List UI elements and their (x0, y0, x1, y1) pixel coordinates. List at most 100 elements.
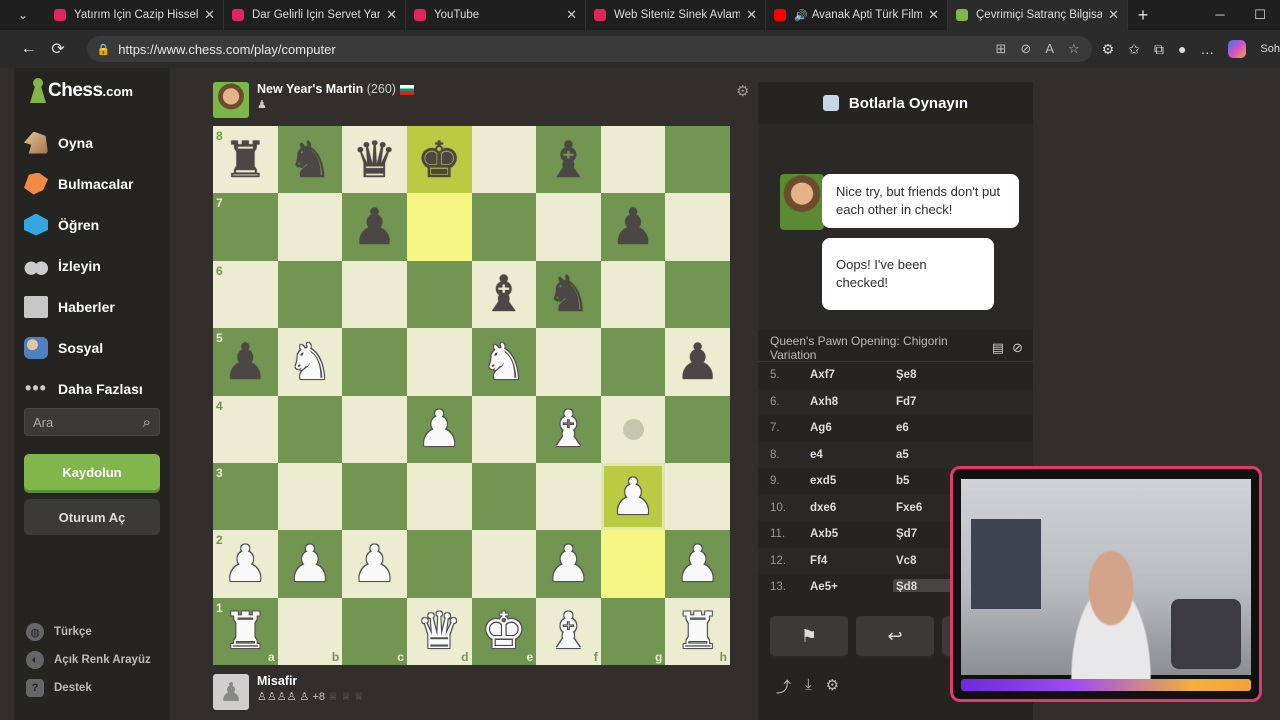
square-d8[interactable]: ♚ (406, 126, 472, 194)
black-bishop-icon[interactable]: ♝ (481, 269, 526, 319)
square-c8[interactable]: ♛ (342, 126, 407, 194)
opponent-name[interactable]: New Year's Martin (257, 82, 363, 96)
white-pawn-icon[interactable]: ♟ (352, 539, 397, 589)
white-pawn-icon[interactable]: ♟ (675, 539, 720, 589)
speaker-icon[interactable]: 🔊 (794, 9, 808, 22)
square-e8[interactable] (471, 126, 537, 194)
close-tab-icon[interactable]: ✕ (566, 7, 577, 23)
white-rook-icon[interactable]: ♜ (675, 606, 720, 656)
black-move[interactable]: Fxe6 (896, 502, 956, 514)
white-queen-icon[interactable]: ♛ (417, 606, 462, 656)
white-move[interactable]: exd5 (810, 475, 896, 487)
book-icon[interactable]: ▤ (992, 340, 1004, 356)
tracking-icon[interactable]: ⊘ (1020, 41, 1031, 57)
square-f2[interactable]: ♟ (536, 530, 601, 598)
square-e2[interactable] (471, 530, 537, 598)
square-e6[interactable]: ♝ (471, 260, 537, 329)
url-field[interactable]: 🔒 https://www.chess.com/play/computer ⊞ … (86, 36, 1092, 62)
square-f1[interactable]: f ♝ (536, 597, 601, 665)
white-pawn-icon[interactable]: ♟ (223, 539, 268, 589)
favorite-star-icon[interactable]: ☆ (1068, 41, 1080, 57)
sidebar-item-2[interactable]: Öğren (24, 204, 164, 245)
explorer-icon[interactable]: ⊘ (1012, 340, 1023, 356)
close-tab-icon[interactable]: ✕ (204, 7, 215, 23)
resign-flag-icon[interactable]: ⚑ (770, 616, 848, 656)
footer-link[interactable]: ◍ Türkçe (26, 618, 151, 646)
sidebar-item-1[interactable]: Bulmacalar (24, 163, 164, 204)
square-d1[interactable]: d ♛ (406, 597, 472, 665)
browser-tab[interactable]: Dar Gelirli İçin Servet Yaratma ✕ (224, 0, 406, 30)
copilot-icon[interactable] (1228, 40, 1247, 58)
footer-link[interactable]: ? Destek (26, 674, 151, 702)
browser-tab[interactable]: Yatırım İçin Cazip Hisseler Oca ✕ (46, 0, 224, 30)
black-king-icon[interactable]: ♚ (417, 135, 462, 185)
white-pawn-icon[interactable]: ♟ (288, 539, 333, 589)
black-move[interactable]: b5 (896, 475, 956, 487)
square-f4[interactable]: ♝ (536, 395, 601, 463)
maximize-icon[interactable]: ☐ (1240, 7, 1280, 23)
tab-actions-menu-icon[interactable]: ⌄ (0, 0, 46, 30)
white-knight-icon[interactable]: ♞ (288, 337, 333, 387)
chess-logo[interactable]: Chess .com (28, 78, 133, 104)
square-h6[interactable] (665, 260, 730, 329)
black-move[interactable]: a5 (896, 449, 956, 461)
square-e5[interactable]: ♞ (471, 328, 537, 396)
white-move[interactable]: Axh8 (810, 396, 896, 408)
black-rook-icon[interactable]: ♜ (223, 135, 268, 185)
white-knight-icon[interactable]: ♞ (481, 337, 526, 387)
search-input[interactable]: Ara ⌕ (24, 408, 160, 436)
square-e7[interactable] (471, 193, 537, 261)
search-icon[interactable]: ⌕ (143, 414, 151, 431)
white-move[interactable]: Axb5 (810, 528, 896, 540)
black-knight-icon[interactable]: ♞ (288, 135, 333, 185)
legal-move-dot[interactable] (622, 418, 644, 440)
white-move[interactable]: dxe6 (810, 502, 896, 514)
read-aloud-icon[interactable]: A (1045, 41, 1054, 57)
square-a8[interactable]: 8 ♜ (213, 126, 278, 194)
white-bishop-icon[interactable]: ♝ (546, 404, 591, 454)
site-info-icon[interactable]: 🔒 (97, 43, 111, 56)
opening-name[interactable]: Queen's Pawn Opening: Chigorin Variation (770, 334, 992, 362)
white-move[interactable]: Axf7 (810, 369, 896, 381)
minimize-icon[interactable]: ─ (1200, 7, 1240, 23)
square-g6[interactable] (600, 260, 666, 329)
player-name[interactable]: Misafir (257, 674, 364, 688)
black-queen-icon[interactable]: ♛ (352, 135, 397, 185)
black-move[interactable]: Şd7 (896, 528, 956, 540)
square-b4[interactable] (277, 395, 343, 463)
square-b3[interactable] (277, 462, 343, 531)
black-move[interactable]: Şe8 (896, 369, 956, 381)
sidebar-item-4[interactable]: Haberler (24, 286, 164, 327)
close-tab-icon[interactable]: ✕ (386, 7, 397, 23)
footer-link[interactable]: ◐ Açık Renk Arayüz (26, 646, 151, 674)
browser-tab[interactable]: YouTube ✕ (406, 0, 586, 30)
close-tab-icon[interactable]: ✕ (1108, 7, 1119, 23)
square-h5[interactable]: ♟ (665, 328, 730, 396)
sohbet-label[interactable]: Soh (1260, 43, 1280, 55)
apps-icon[interactable]: ⊞ (996, 41, 1007, 57)
square-b1[interactable]: b (277, 597, 343, 665)
square-h2[interactable]: ♟ (665, 530, 730, 598)
collections-icon[interactable]: ⧉ (1154, 41, 1164, 58)
square-b8[interactable]: ♞ (277, 126, 343, 194)
square-a3[interactable]: 3 (213, 462, 278, 531)
square-c7[interactable]: ♟ (342, 193, 407, 261)
black-knight-icon[interactable]: ♞ (546, 269, 591, 319)
new-tab-button[interactable]: + (1128, 5, 1158, 26)
black-pawn-icon[interactable]: ♟ (611, 202, 656, 252)
black-move[interactable]: e6 (896, 422, 956, 434)
black-bishop-icon[interactable]: ♝ (546, 135, 591, 185)
square-a2[interactable]: 2 ♟ (213, 530, 278, 598)
more-menu-icon[interactable]: … (1200, 41, 1214, 57)
square-e4[interactable] (471, 395, 537, 463)
square-d7[interactable] (406, 193, 472, 261)
black-pawn-icon[interactable]: ♟ (675, 337, 720, 387)
white-rook-icon[interactable]: ♜ (223, 606, 268, 656)
square-f8[interactable]: ♝ (536, 126, 601, 194)
square-d2[interactable] (406, 530, 472, 598)
black-pawn-icon[interactable]: ♟ (352, 202, 397, 252)
browser-tab[interactable]: Çevrimiçi Satranç Bilgisayara ✕ (948, 0, 1128, 30)
white-move[interactable]: Ag6 (810, 422, 896, 434)
square-h1[interactable]: h ♜ (665, 597, 730, 665)
square-b5[interactable]: ♞ (277, 328, 343, 396)
